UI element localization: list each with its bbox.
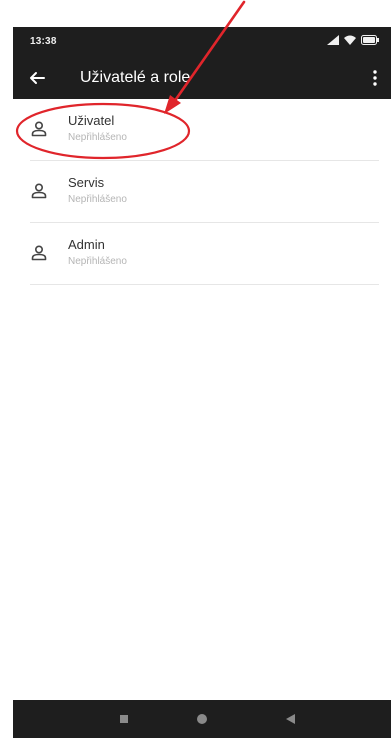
back-button[interactable]	[25, 66, 49, 90]
home-button[interactable]	[195, 712, 209, 726]
user-name: Uživatel	[68, 113, 115, 128]
list-item-user[interactable]: Uživatel Nepřihlášeno	[13, 99, 391, 161]
divider	[30, 284, 379, 285]
user-status: Nepřihlášeno	[68, 194, 127, 205]
arrow-left-icon	[30, 72, 45, 84]
user-status: Nepřihlášeno	[68, 256, 127, 267]
circle-icon	[197, 714, 207, 724]
list-item-service[interactable]: Servis Nepřihlášeno	[13, 161, 391, 223]
page-title: Uživatelé a role	[80, 69, 191, 86]
nav-back-button[interactable]	[283, 712, 297, 726]
recent-apps-button[interactable]	[117, 712, 131, 726]
battery-icon	[361, 35, 379, 45]
screenshot-page: 13:38 Uživatelé a role Uživatel Nepřihlá…	[0, 0, 391, 738]
status-icons	[327, 35, 379, 45]
wifi-icon	[344, 35, 356, 45]
list-item-admin[interactable]: Admin Nepřihlášeno	[13, 223, 391, 285]
overflow-menu-button[interactable]	[365, 66, 385, 90]
signal-icon	[327, 35, 339, 45]
app-bar: Uživatelé a role	[13, 57, 391, 99]
status-time: 13:38	[30, 36, 57, 47]
user-status: Nepřihlášeno	[68, 132, 127, 143]
person-icon	[31, 245, 47, 261]
user-list: Uživatel Nepřihlášeno Servis Nepřihlášen…	[13, 99, 391, 285]
user-name: Admin	[68, 237, 105, 252]
phone-screen: 13:38 Uživatelé a role Uživatel Nepřihlá…	[13, 27, 391, 738]
more-vert-icon	[373, 70, 377, 86]
person-icon	[31, 121, 47, 137]
triangle-back-icon	[285, 714, 295, 724]
status-bar: 13:38	[13, 27, 391, 57]
system-nav-bar	[13, 700, 391, 738]
user-name: Servis	[68, 175, 105, 190]
person-icon	[31, 183, 47, 199]
square-icon	[120, 715, 128, 723]
